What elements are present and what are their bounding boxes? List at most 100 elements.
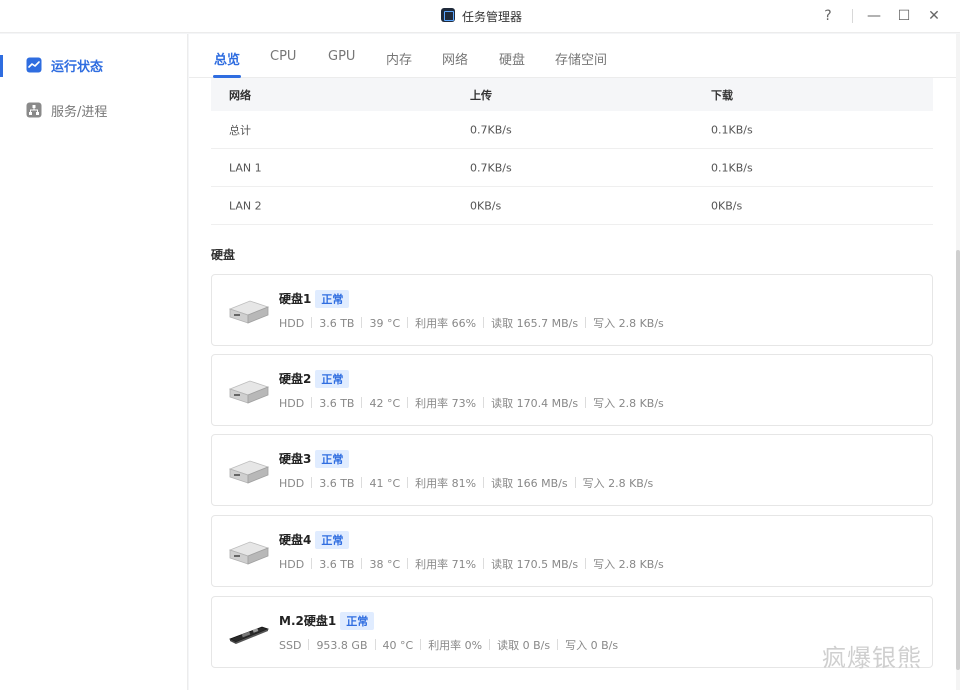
maximize-button[interactable]: ☐: [894, 6, 914, 26]
status-badge: 正常: [315, 370, 350, 388]
tab-disk[interactable]: 硬盘: [499, 49, 525, 68]
task-manager-icon: [441, 8, 455, 22]
scrollbar-thumb[interactable]: [956, 250, 960, 670]
disk-usage: 利用率 0%: [428, 639, 483, 652]
disk-name-row: 硬盘3 正常: [279, 450, 350, 468]
header-network: 网络: [229, 88, 251, 102]
disk-meta: HDD 3.6 TB 42 °C 利用率 73% 读取 170.4 MB/s 写入 2.8…: [279, 395, 664, 411]
disk-usage: 利用率 73%: [415, 397, 477, 410]
disk-temp: 41 °C: [369, 477, 401, 490]
sidebar: 运行状态 服务/进程: [0, 34, 188, 690]
tab-gpu[interactable]: GPU: [328, 49, 355, 64]
upload-value: 0.7KB/s: [470, 161, 512, 174]
main-panel: 总览 CPU GPU 内存 网络 硬盘 存储空间 网络 上传 下载 总计 0.7…: [189, 34, 960, 690]
upload-value: 0.7KB/s: [470, 123, 512, 136]
disk-usage: 利用率 81%: [415, 477, 477, 490]
status-badge: 正常: [315, 290, 350, 308]
disk-meta: HDD 3.6 TB 38 °C 利用率 71% 读取 170.5 MB/s 写入 2.8…: [279, 556, 664, 572]
divider: [361, 317, 363, 328]
disk-size: 3.6 TB: [319, 317, 355, 330]
titlebar-divider: [852, 9, 853, 23]
disk-read: 读取 0 B/s: [497, 639, 551, 652]
disk-card[interactable]: 硬盘2 正常 HDD 3.6 TB 42 °C 利用率 73% 读取 170.4 MB/s…: [211, 354, 933, 426]
disk-write: 写入 0 B/s: [565, 639, 619, 652]
disk-name-row: 硬盘1 正常: [279, 290, 350, 308]
divider: [361, 477, 363, 488]
divider: [407, 317, 409, 328]
sidebar-item-services[interactable]: 服务/进程: [0, 90, 188, 130]
sidebar-item-status[interactable]: 运行状态: [0, 45, 188, 85]
disk-type: HDD: [279, 317, 305, 330]
disk-name: 硬盘1: [279, 292, 312, 306]
divider: [407, 397, 409, 408]
close-button[interactable]: ✕: [924, 6, 944, 26]
watermark: 疯爆银熊: [822, 644, 922, 672]
divider: [407, 477, 409, 488]
sidebar-item-label: 运行状态: [51, 59, 104, 75]
disk-name: 硬盘3: [279, 452, 312, 466]
sidebar-item-label: 服务/进程: [51, 104, 108, 120]
network-table: 网络 上传 下载 总计 0.7KB/s 0.1KB/s LAN 1 0.7KB/…: [211, 78, 933, 225]
help-button[interactable]: ?: [818, 6, 838, 26]
disk-name: 硬盘2: [279, 372, 312, 386]
title-bar: 任务管理器 ? — ☐ ✕: [0, 0, 960, 33]
divider: [585, 317, 587, 328]
disk-temp: 39 °C: [369, 317, 401, 330]
hdd-icon: [228, 541, 270, 565]
disk-type: SSD: [279, 639, 302, 652]
tab-cpu[interactable]: CPU: [270, 49, 296, 64]
sitemap-icon: [26, 102, 42, 118]
tab-bar: 总览 CPU GPU 内存 网络 硬盘 存储空间: [189, 34, 960, 78]
download-value: 0KB/s: [711, 199, 743, 212]
tab-memory[interactable]: 内存: [386, 49, 412, 68]
divider: [557, 639, 559, 650]
table-row: LAN 1 0.7KB/s 0.1KB/s: [211, 149, 933, 187]
disk-name-row: M.2硬盘1 正常: [279, 612, 375, 630]
ssd-m2-icon: [229, 626, 270, 644]
disk-card[interactable]: 硬盘4 正常 HDD 3.6 TB 38 °C 利用率 71% 读取 170.5 MB/s…: [211, 515, 933, 587]
divider: [585, 397, 587, 408]
network-name: LAN 2: [229, 199, 262, 212]
disk-read: 读取 170.5 MB/s: [491, 558, 579, 571]
disk-meta: HDD 3.6 TB 41 °C 利用率 81% 读取 166 MB/s 写入 2.8 K…: [279, 475, 653, 491]
network-name: LAN 1: [229, 161, 262, 174]
table-row: LAN 2 0KB/s 0KB/s: [211, 187, 933, 225]
header-upload: 上传: [470, 88, 492, 102]
disk-name: 硬盘4: [279, 533, 312, 547]
download-value: 0.1KB/s: [711, 161, 753, 174]
disk-temp: 40 °C: [382, 639, 414, 652]
divider: [361, 397, 363, 408]
disk-usage: 利用率 66%: [415, 317, 477, 330]
disk-temp: 42 °C: [369, 397, 401, 410]
disk-size: 3.6 TB: [319, 397, 355, 410]
divider: [585, 558, 587, 569]
divider: [489, 639, 491, 650]
chart-line-icon: [26, 57, 42, 73]
minimize-button[interactable]: —: [864, 6, 884, 26]
tab-storage[interactable]: 存储空间: [555, 49, 607, 68]
disk-card[interactable]: 硬盘3 正常 HDD 3.6 TB 41 °C 利用率 81% 读取 166 MB/s 写入…: [211, 434, 933, 506]
divider: [308, 639, 310, 650]
disk-size: 3.6 TB: [319, 558, 355, 571]
disk-temp: 38 °C: [369, 558, 401, 571]
disk-name-row: 硬盘2 正常: [279, 370, 350, 388]
divider: [574, 477, 576, 488]
upload-value: 0KB/s: [470, 199, 502, 212]
status-badge: 正常: [315, 450, 350, 468]
window-title: 任务管理器: [462, 10, 523, 24]
table-header: 网络 上传 下载: [211, 78, 933, 111]
tab-overview[interactable]: 总览: [214, 49, 240, 68]
disk-read: 读取 170.4 MB/s: [491, 397, 579, 410]
disk-write: 写入 2.8 KB/s: [582, 477, 654, 490]
divider: [311, 477, 313, 488]
disk-type: HDD: [279, 397, 305, 410]
status-badge: 正常: [340, 612, 375, 630]
tab-network[interactable]: 网络: [442, 49, 468, 68]
disk-meta: HDD 3.6 TB 39 °C 利用率 66% 读取 165.7 MB/s 写入 2.8…: [279, 315, 664, 331]
divider: [311, 317, 313, 328]
disk-read: 读取 166 MB/s: [491, 477, 568, 490]
disk-card[interactable]: 硬盘1 正常 HDD 3.6 TB 39 °C 利用率 66% 读取 165.7 MB/s…: [211, 274, 933, 346]
divider: [311, 558, 313, 569]
status-badge: 正常: [315, 531, 350, 549]
divider: [420, 639, 422, 650]
